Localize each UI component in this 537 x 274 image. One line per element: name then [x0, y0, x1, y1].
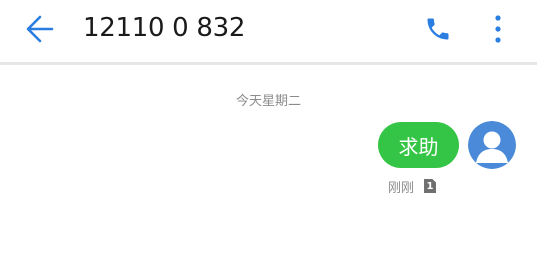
message-meta: 刚刚 1: [388, 177, 437, 196]
arrow-left-icon: [26, 15, 54, 43]
call-button[interactable]: [420, 11, 456, 47]
sim-slot-number: 1: [426, 180, 434, 192]
message-text: 求助: [398, 134, 439, 159]
more-options-button[interactable]: [482, 11, 514, 47]
contact-title: 12110 0 832: [83, 13, 246, 43]
header-divider: [0, 62, 537, 65]
phone-icon: [427, 18, 449, 40]
avatar[interactable]: [468, 121, 516, 169]
user-avatar-icon: [468, 121, 516, 169]
more-vertical-icon: [495, 15, 501, 43]
date-separator: 今天星期二: [235, 94, 301, 109]
sim-card-icon: 1: [424, 179, 437, 193]
back-button[interactable]: [20, 10, 60, 48]
message-time: 刚刚: [388, 180, 415, 196]
app-header: 12110 0 832: [0, 0, 537, 62]
message-bubble-outgoing[interactable]: 求助: [378, 122, 459, 168]
